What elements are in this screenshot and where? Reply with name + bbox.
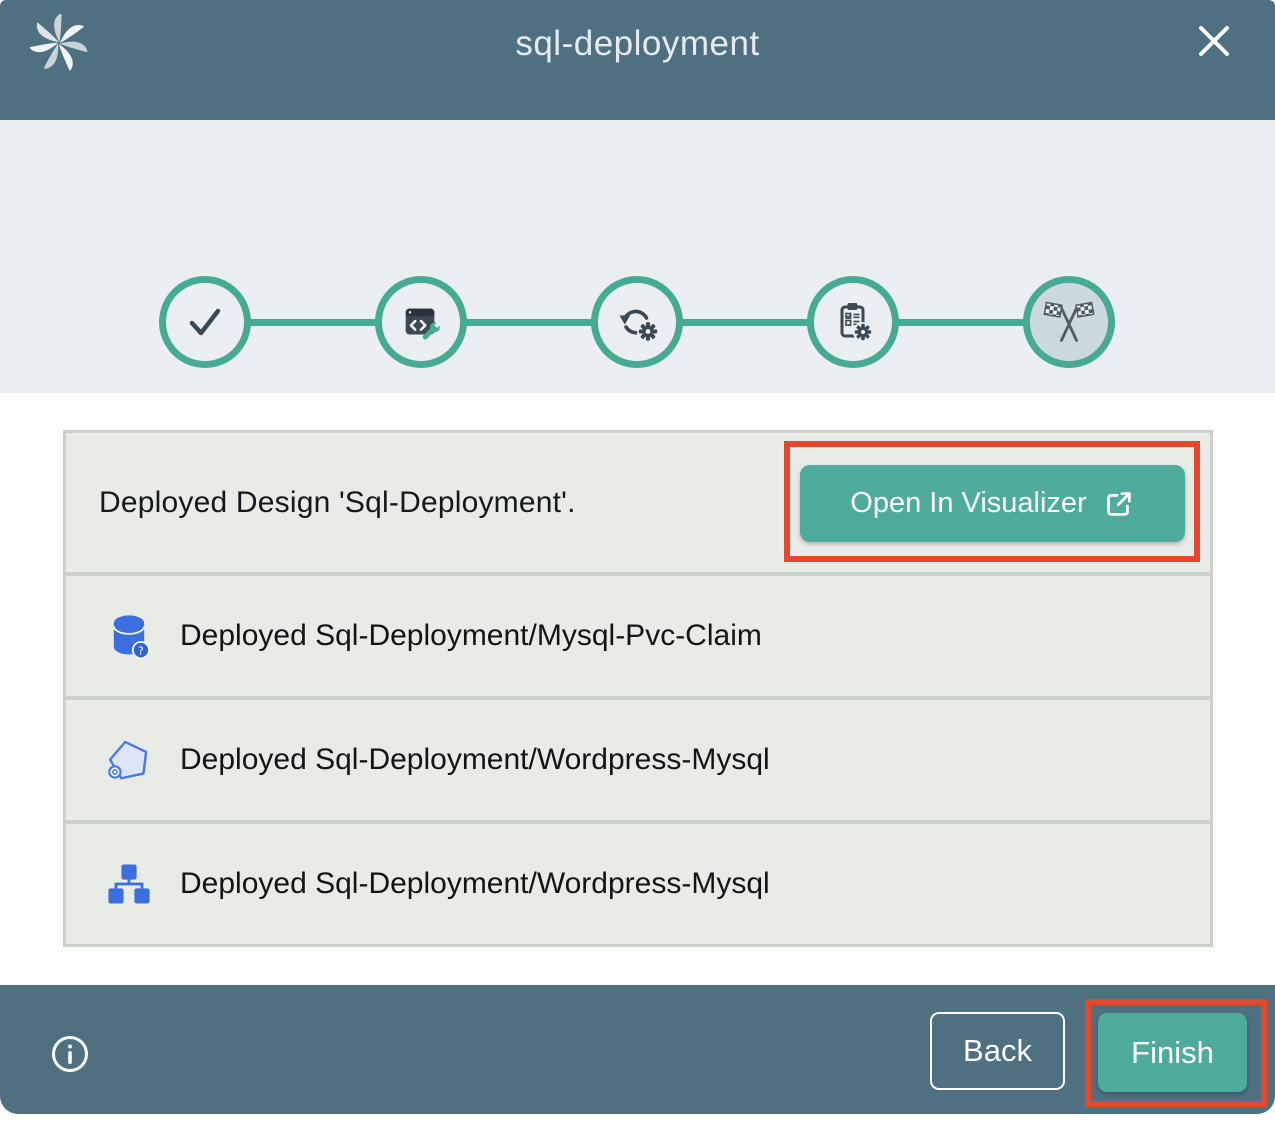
- gear-glyph: [639, 322, 657, 340]
- step-circle: [591, 276, 683, 368]
- info-icon: [50, 1034, 90, 1074]
- close-icon: [1191, 18, 1237, 64]
- result-text: Deployed Sql-Deployment/Mysql-Pvc-Claim: [180, 619, 762, 653]
- check-icon: [181, 298, 229, 346]
- deployment-hierarchy-icon: [103, 858, 155, 910]
- code-environment-icon: [398, 299, 444, 345]
- modal-footer: Back Finish: [0, 985, 1275, 1114]
- step-circle: [807, 276, 899, 368]
- pvc-database-icon: ?: [103, 610, 155, 662]
- result-row-deployment: Deployed Sql-Deployment/Wordpress-Mysql: [66, 824, 1210, 944]
- step-circle: [159, 276, 251, 368]
- result-text: Deployed Sql-Deployment/Wordpress-Mysql: [180, 743, 770, 777]
- external-link-icon: [1103, 488, 1135, 520]
- open-in-visualizer-label: Open In Visualizer: [850, 487, 1086, 520]
- finish-button[interactable]: Finish: [1098, 1013, 1247, 1092]
- stepper: Validate Design: [0, 120, 1275, 393]
- back-button[interactable]: Back: [930, 1012, 1065, 1090]
- open-in-visualizer-button[interactable]: Open In Visualizer: [800, 465, 1185, 542]
- close-button[interactable]: [1191, 18, 1237, 64]
- service-pentagon-icon: [103, 734, 155, 786]
- summary-row: Deployed Design 'Sql-Deployment'. Open I…: [66, 433, 1210, 572]
- clipboard-gear-icon: [829, 298, 877, 346]
- summary-text: Deployed Design 'Sql-Deployment'.: [99, 486, 576, 520]
- gear-glyph: [855, 324, 871, 340]
- modal-header: sql-deployment: [0, 0, 1275, 120]
- result-text: Deployed Sql-Deployment/Wordpress-Mysql: [180, 867, 770, 901]
- result-row-service: Deployed Sql-Deployment/Wordpress-Mysql: [66, 700, 1210, 820]
- info-button[interactable]: [50, 1034, 90, 1074]
- result-row-pvc: ? Deployed Sql-Deployment/Mysql-Pvc-Clai…: [66, 576, 1210, 696]
- results-list: Deployed Design 'Sql-Deployment'. Open I…: [63, 430, 1213, 947]
- step-circle-active: [1023, 276, 1115, 368]
- step-circle: [375, 276, 467, 368]
- results-panel: Deployed Design 'Sql-Deployment'. Open I…: [0, 393, 1275, 985]
- modal-title: sql-deployment: [515, 24, 759, 64]
- svg-text:?: ?: [138, 644, 144, 657]
- deployment-wizard-modal: sql-deployment Validate Design: [0, 0, 1275, 1114]
- checkered-flags-icon: [1043, 296, 1095, 348]
- meshery-logo-icon: [30, 14, 88, 72]
- dry-run-cycle-gear-icon: [613, 298, 661, 346]
